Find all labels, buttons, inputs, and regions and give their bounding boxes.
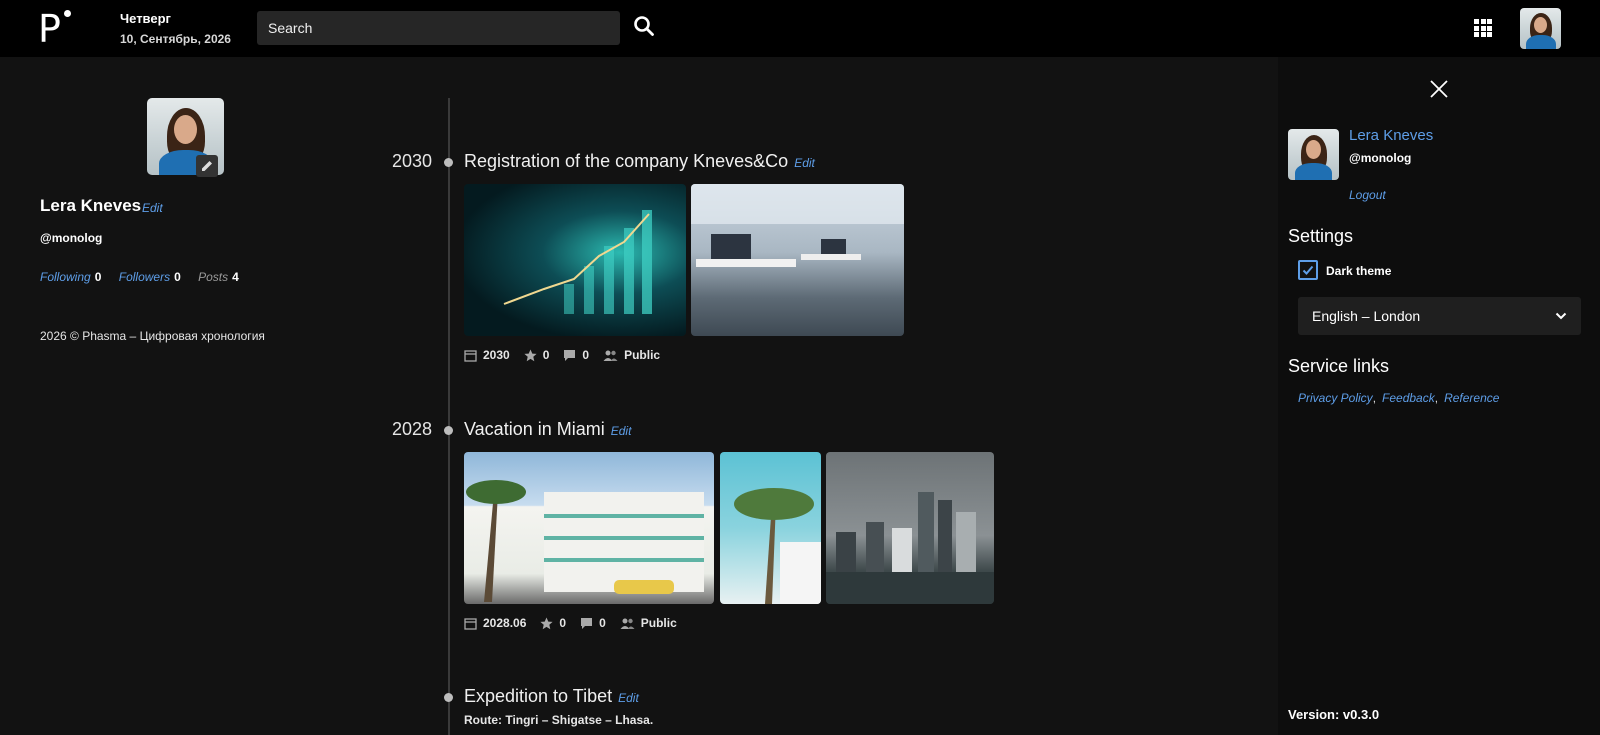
following-link[interactable]: Following <box>40 270 91 284</box>
following-count: 0 <box>94 270 102 284</box>
timeline-dot <box>444 158 453 167</box>
full-date: 10, Сентябрь, 2026 <box>120 32 231 46</box>
followers-count: 0 <box>174 270 181 284</box>
language-select[interactable]: English – London <box>1298 297 1581 335</box>
edit-post-link[interactable]: Edit <box>611 424 632 438</box>
timeline-dot <box>444 693 453 702</box>
top-bar: P Четверг 10, Сентябрь, 2026 <box>0 0 1600 57</box>
panel-user-handle: @monolog <box>1349 151 1412 165</box>
edit-post-link[interactable]: Edit <box>794 156 815 170</box>
post-title[interactable]: Vacation in Miami Edit <box>464 419 631 440</box>
post-visibility: Public <box>603 348 660 362</box>
post-meta: 2028.06 0 0 Public <box>464 616 691 630</box>
privacy-policy-link[interactable]: Privacy Policy <box>1298 391 1373 405</box>
language-value: English – London <box>1312 308 1421 324</box>
chevron-down-icon <box>1555 312 1567 320</box>
date-display: Четверг 10, Сентябрь, 2026 <box>120 11 231 47</box>
people-icon <box>603 350 618 361</box>
post-title[interactable]: Expedition to Tibet Edit <box>464 686 639 707</box>
art-deco-hotel-photo[interactable] <box>464 452 714 604</box>
user-avatar-button[interactable] <box>1520 8 1561 49</box>
timeline-line <box>448 98 450 735</box>
star-icon <box>524 349 537 361</box>
posts-label: Posts <box>198 270 229 284</box>
version-info: Version: v0.3.0 <box>1288 707 1379 722</box>
panel-user-name[interactable]: Lera Kneves <box>1349 127 1433 144</box>
timeline-year: 2030 <box>391 151 432 171</box>
posts-count: 4 <box>232 270 239 284</box>
search-icon[interactable] <box>633 15 659 41</box>
version-value: v0.3.0 <box>1342 707 1380 722</box>
logout-link[interactable]: Logout <box>1349 188 1386 202</box>
profile-handle: @monolog <box>40 231 103 245</box>
timeline-year: 2028 <box>391 419 432 439</box>
logo-letter: P <box>38 7 61 51</box>
apps-grid-icon[interactable] <box>1474 19 1492 37</box>
post-stars[interactable]: 0 <box>540 616 566 630</box>
settings-heading: Settings <box>1288 226 1354 246</box>
service-links-heading: Service links <box>1288 356 1390 376</box>
comment-icon <box>581 617 593 629</box>
post-title-text: Vacation in Miami <box>464 419 605 439</box>
feedback-link[interactable]: Feedback <box>1382 391 1435 405</box>
weekday: Четверг <box>120 11 171 26</box>
calendar-icon <box>464 349 477 362</box>
close-icon[interactable] <box>1428 78 1450 100</box>
post-title-text: Registration of the company Kneves&Co <box>464 151 789 171</box>
people-icon <box>620 618 635 629</box>
dark-theme-checkbox[interactable] <box>1298 260 1318 280</box>
star-icon <box>540 617 553 629</box>
post-stars[interactable]: 0 <box>524 348 549 362</box>
profile-name: Lera Kneves <box>40 196 142 215</box>
copyright: 2026 © Phasma – Цифровая хронология <box>40 329 265 343</box>
post-meta: 2030 0 0 Public <box>464 348 674 362</box>
post-date: 2030 <box>464 348 510 362</box>
dark-theme-label: Dark theme <box>1326 264 1392 278</box>
profile-stats: Following 0 Followers 0 Posts 4 <box>40 270 253 284</box>
logo-dot <box>64 10 71 17</box>
palm-tree-photo[interactable] <box>720 452 821 604</box>
edit-profile-link[interactable]: Edit <box>142 201 163 215</box>
post-comments[interactable]: 0 <box>580 616 606 630</box>
post-comments[interactable]: 0 <box>563 348 589 362</box>
logo[interactable]: P <box>38 8 78 50</box>
post-visibility: Public <box>620 616 677 630</box>
edit-post-link[interactable]: Edit <box>618 691 639 705</box>
panel-avatar <box>1288 129 1339 180</box>
office-photo[interactable] <box>691 184 904 336</box>
post-route: Route: Tingri – Shigatse – Lhasa. <box>464 713 654 727</box>
search-input[interactable] <box>257 11 620 45</box>
service-links: Privacy Policy, Feedback, Reference <box>1298 391 1500 405</box>
comment-icon <box>564 349 576 361</box>
timeline-dot <box>444 426 453 435</box>
followers-link[interactable]: Followers <box>119 270 170 284</box>
post-title[interactable]: Registration of the company Kneves&Co Edi… <box>464 151 815 172</box>
miami-skyline-photo[interactable] <box>826 452 994 604</box>
calendar-icon <box>464 617 477 630</box>
version-label: Version: <box>1288 707 1340 722</box>
reference-link[interactable]: Reference <box>1444 391 1499 405</box>
post-date: 2028.06 <box>464 616 526 630</box>
growth-chart-photo[interactable] <box>464 184 686 336</box>
pencil-icon[interactable] <box>196 155 218 177</box>
post-title-text: Expedition to Tibet <box>464 686 613 706</box>
check-icon <box>1302 265 1314 275</box>
